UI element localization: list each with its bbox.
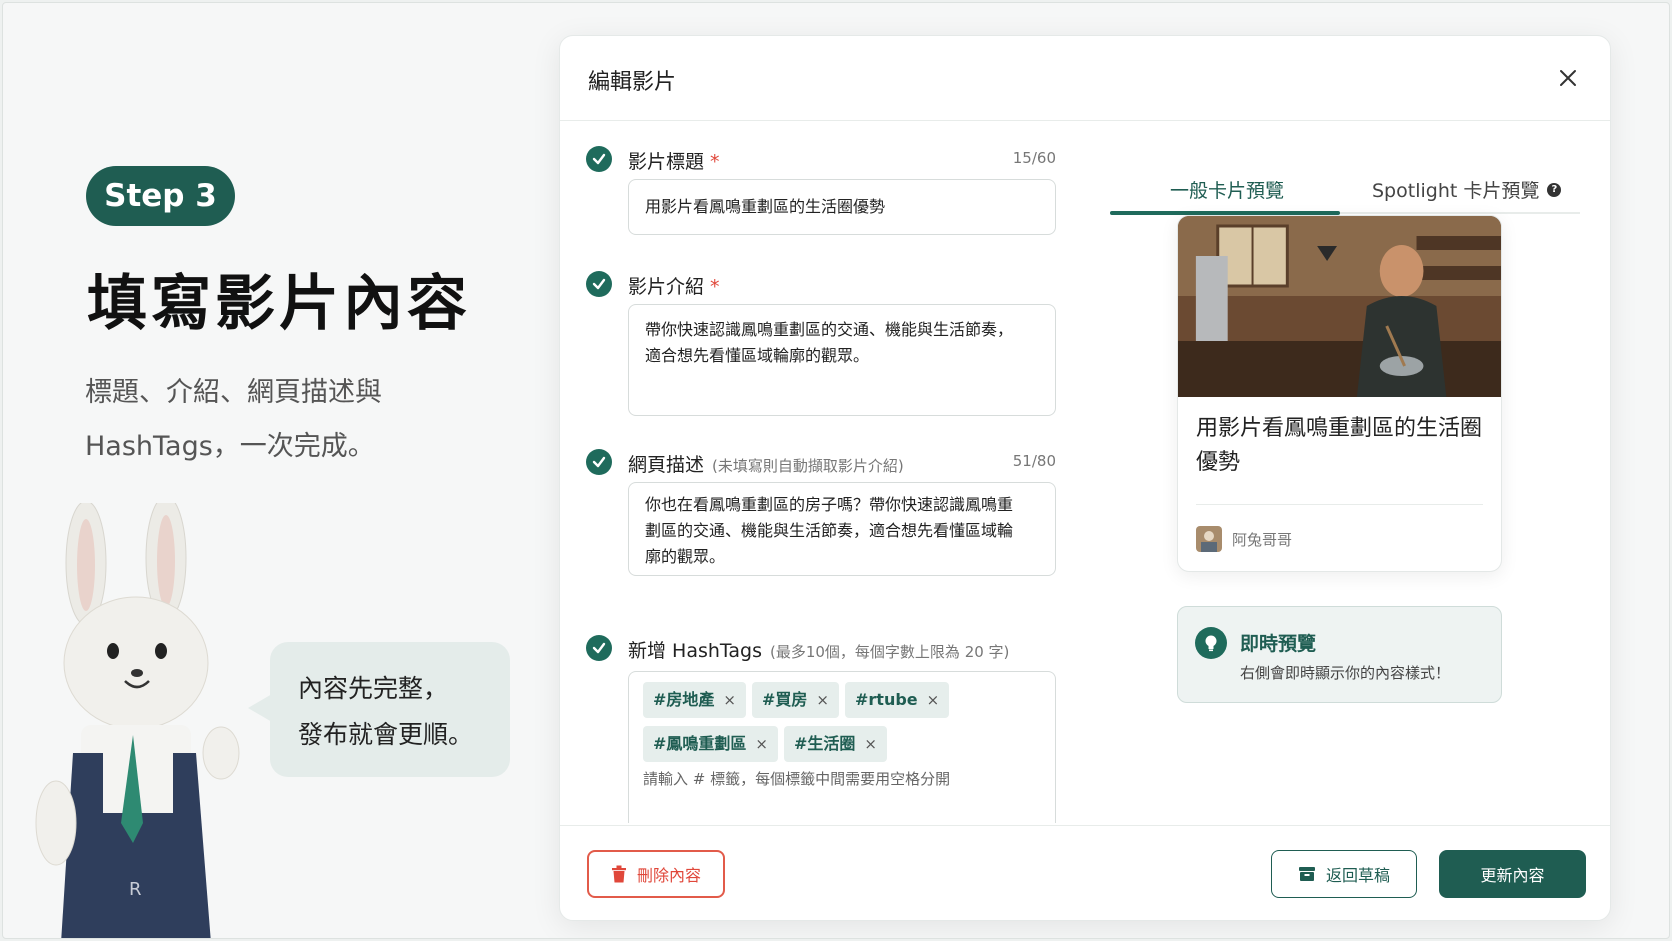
hashtag-text: #rtube xyxy=(855,690,918,709)
field-hashtags: 新增 HashTags (最多10個，每個字數上限為 20 字) #房地產 × #買房… xyxy=(586,635,1056,823)
help-icon[interactable]: ? xyxy=(1547,182,1562,197)
delete-content-label: 刪除內容 xyxy=(636,866,701,885)
hero-title: 填寫影片內容 xyxy=(87,269,471,339)
remove-tag-icon[interactable]: × xyxy=(864,726,877,762)
video-title-input[interactable]: 用影片看鳳鳴重劃區的生活圈優勢 xyxy=(628,179,1056,235)
video-intro-label-text: 影片介紹 xyxy=(628,276,705,298)
hashtags-input[interactable]: #房地產 × #買房 × #rtube × #鳳鳴重劃區 × #生活圈 × 請輸入 # 標籤，每個… xyxy=(628,671,1056,823)
tab-general-card-preview[interactable]: 一般卡片預覽 xyxy=(1170,176,1284,203)
hero-subtitle-line2: HashTags，一次完成。 xyxy=(85,431,375,462)
hashtag-chip: #買房 × xyxy=(752,682,839,718)
web-description-textarea[interactable]: 你也在看鳳鳴重劃區的房子嗎？帶你快速認識鳳鳴重 劃區的交通、機能與生活節奏，適合… xyxy=(628,482,1056,576)
close-button[interactable] xyxy=(1554,64,1582,92)
field-video-intro: 影片介紹 * 帶你快速認識鳳鳴重劃區的交通、機能與生活節奏， 適合想先看懂區域輪廓… xyxy=(586,271,1056,421)
preview-card: 用影片看鳳鳴重劃區的生活圈優勢 阿兔哥哥 xyxy=(1177,215,1502,572)
field-web-description: 網頁描述 (未填寫則自動擷取影片介紹) 51/80 你也在看鳳鳴重劃區的房子嗎？帶… xyxy=(586,449,1056,609)
tab-spotlight-label: Spotlight 卡片預覽 xyxy=(1372,180,1540,202)
hashtags-placeholder: 請輸入 # 標籤，每個標籤中間需要用空格分開 xyxy=(643,770,951,788)
web-description-line1: 你也在看鳳鳴重劃區的房子嗎？帶你快速認識鳳鳴重 xyxy=(645,495,1014,514)
update-content-button[interactable]: 更新內容 xyxy=(1439,850,1586,898)
live-preview-notice: 即時預覽 右側會即時顯示你的內容樣式！ xyxy=(1177,606,1502,703)
required-mark: * xyxy=(710,151,720,173)
title-char-counter: 15/60 xyxy=(1012,149,1056,167)
tag-list: #房地產 × #買房 × #rtube × #鳳鳴重劃區 × #生活圈 × xyxy=(643,682,1041,770)
remove-tag-icon[interactable]: × xyxy=(816,682,829,718)
tab-spotlight-card-preview[interactable]: Spotlight 卡片預覽 ? xyxy=(1372,176,1562,203)
hashtags-hint: (最多10個，每個字數上限為 20 字) xyxy=(769,643,1010,661)
delete-content-button[interactable]: 刪除內容 xyxy=(587,850,725,898)
back-to-draft-button[interactable]: 返回草稿 xyxy=(1271,850,1417,898)
trash-icon xyxy=(611,865,626,883)
live-preview-text: 右側會即時顯示你的內容樣式！ xyxy=(1240,664,1451,682)
hashtags-label: 新增 HashTags (最多10個，每個字數上限為 20 字) xyxy=(628,636,1009,663)
lightbulb-icon xyxy=(1195,627,1227,659)
web-description-line3: 廓的觀眾。 xyxy=(645,547,726,566)
video-title-value: 用影片看鳳鳴重劃區的生活圈優勢 xyxy=(645,197,886,216)
video-thumbnail-image xyxy=(1178,216,1501,397)
hero-subtitle-line1: 標題、介紹、網頁描述與 xyxy=(85,377,382,408)
description-char-counter: 51/80 xyxy=(1012,452,1056,470)
rabbit-mascot-image: R xyxy=(35,503,240,938)
bubble-line2: 發布就會更順。 xyxy=(298,720,474,749)
step-badge: Step 3 xyxy=(86,166,235,226)
svg-text:R: R xyxy=(129,879,142,900)
preview-tabs: 一般卡片預覽 Spotlight 卡片預覽 ? xyxy=(1110,146,1580,215)
close-icon xyxy=(1560,70,1576,86)
hashtag-text: #鳳鳴重劃區 xyxy=(653,734,747,753)
modal-header: 編輯影片 xyxy=(560,36,1610,121)
remove-tag-icon[interactable]: × xyxy=(723,682,736,718)
video-intro-line1: 帶你快速認識鳳鳴重劃區的交通、機能與生活節奏， xyxy=(645,320,1014,339)
modal-title: 編輯影片 xyxy=(588,70,677,95)
hashtags-label-text: 新增 HashTags xyxy=(628,640,762,662)
hashtag-chip: #rtube × xyxy=(845,682,950,718)
video-title-label: 影片標題 * xyxy=(628,147,720,174)
hashtag-text: #生活圈 xyxy=(794,734,856,753)
author-name: 阿兔哥哥 xyxy=(1232,530,1293,549)
web-description-hint: (未填寫則自動擷取影片介紹) xyxy=(712,457,904,475)
field-video-title: 影片標題 * 15/60 用影片看鳳鳴重劃區的生活圈優勢 xyxy=(586,146,1056,246)
web-description-label: 網頁描述 (未填寫則自動擷取影片介紹) xyxy=(628,450,904,477)
video-intro-textarea[interactable]: 帶你快速認識鳳鳴重劃區的交通、機能與生活節奏， 適合想先看懂區域輪廓的觀眾。 xyxy=(628,304,1056,416)
video-intro-label: 影片介紹 * xyxy=(628,272,720,299)
hashtag-chip: #房地產 × xyxy=(643,682,746,718)
hero-subtitle: 標題、介紹、網頁描述與 HashTags，一次完成。 xyxy=(85,366,485,474)
card-author: 阿兔哥哥 xyxy=(1196,526,1292,552)
back-to-draft-label: 返回草稿 xyxy=(1325,866,1390,885)
live-preview-title: 即時預覽 xyxy=(1240,633,1317,655)
card-divider xyxy=(1196,504,1483,505)
check-icon xyxy=(586,146,612,172)
web-description-label-text: 網頁描述 xyxy=(628,454,705,476)
edit-video-modal: 編輯影片 影片標題 * 15/60 用影片看鳳鳴重劃區的生活圈優勢 影片介紹 *… xyxy=(559,35,1611,921)
update-content-label: 更新內容 xyxy=(1480,866,1545,885)
video-title-label-text: 影片標題 xyxy=(628,151,705,173)
hashtag-chip: #鳳鳴重劃區 × xyxy=(643,726,778,762)
page: Step 3 填寫影片內容 標題、介紹、網頁描述與 HashTags，一次完成。… xyxy=(2,2,1670,939)
archive-icon xyxy=(1298,867,1315,881)
required-mark: * xyxy=(710,276,720,298)
remove-tag-icon[interactable]: × xyxy=(927,682,940,718)
check-icon xyxy=(586,449,612,475)
card-title: 用影片看鳳鳴重劃區的生活圈優勢 xyxy=(1196,416,1483,475)
hashtag-chip: #生活圈 × xyxy=(784,726,887,762)
check-icon xyxy=(586,635,612,661)
speech-bubble: 內容先完整， 發布就會更順。 xyxy=(248,642,510,777)
video-intro-line2: 適合想先看懂區域輪廓的觀眾。 xyxy=(645,346,870,365)
hashtag-text: #房地產 xyxy=(653,690,715,709)
hashtag-text: #買房 xyxy=(762,690,808,709)
footer-divider xyxy=(560,825,1610,826)
remove-tag-icon[interactable]: × xyxy=(755,726,768,762)
check-icon xyxy=(586,271,612,297)
author-avatar xyxy=(1196,526,1222,552)
bubble-line1: 內容先完整， xyxy=(298,674,449,703)
web-description-line2: 劃區的交通、機能與生活節奏，適合想先看懂區域輪 xyxy=(645,521,1014,540)
